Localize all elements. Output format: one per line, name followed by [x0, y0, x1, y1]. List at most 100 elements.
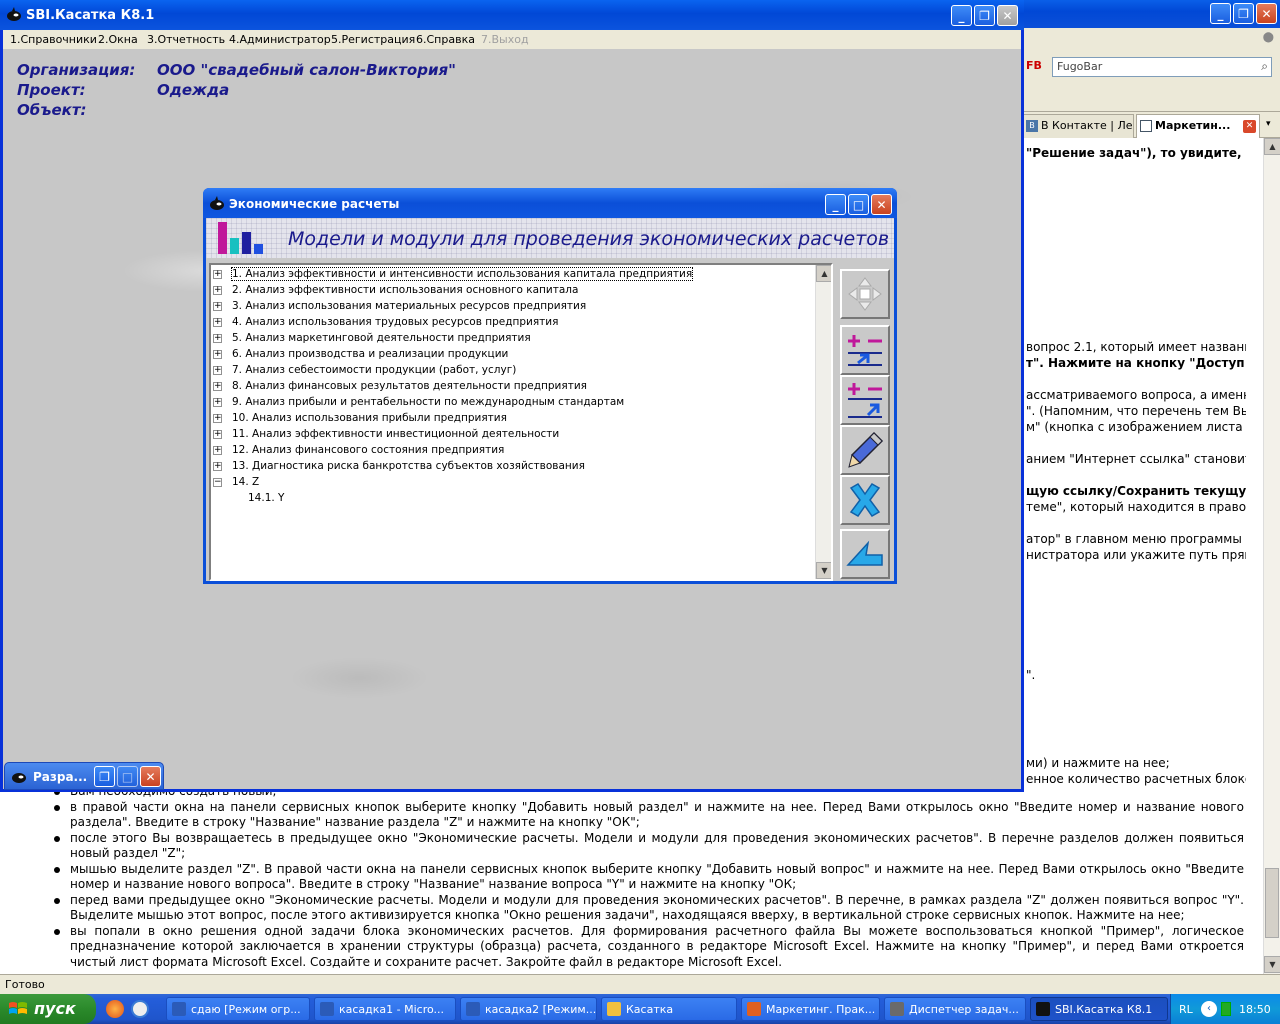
expand-plus-icon[interactable]: +: [213, 270, 222, 279]
browser-close-button[interactable]: ✕: [1256, 3, 1277, 24]
tray-collapse-icon[interactable]: ‹: [1201, 1001, 1217, 1017]
search-icon[interactable]: ⌕: [1261, 59, 1268, 74]
tree-item-label: 1. Анализ эффективности и интенсивности …: [230, 267, 694, 281]
expand-plus-icon[interactable]: +: [213, 366, 222, 375]
taskbar-button-label: касадка2 [Режим...: [485, 1003, 597, 1016]
project-value: Одежда: [157, 81, 230, 99]
expand-plus-icon[interactable]: +: [213, 462, 222, 471]
browser-minimize-button[interactable]: _: [1210, 3, 1231, 24]
media-player-quicklaunch-icon[interactable]: [131, 1000, 149, 1018]
browser-tab-marketing[interactable]: Маркетин... ✕: [1136, 114, 1260, 138]
delete-button[interactable]: [840, 475, 890, 525]
tree-section-item[interactable]: +8. Анализ финансовых результатов деятел…: [211, 379, 811, 395]
plus-minus-arrow-icon: [848, 335, 882, 366]
tree-section-item[interactable]: +11. Анализ эффективности инвестиционной…: [211, 427, 811, 443]
tree-section-item[interactable]: +9. Анализ прибыли и рентабельности по м…: [211, 395, 811, 411]
app-minimize-button[interactable]: _: [951, 5, 972, 26]
taskbar-button[interactable]: SBI.Касатка К8.1: [1030, 997, 1168, 1021]
app-titlebar[interactable]: SBI.Касатка К8.1 _ ❐ ✕: [0, 0, 1024, 30]
tree-section-item[interactable]: +7. Анализ себестоимости продукции (рабо…: [211, 363, 811, 379]
tree-section-item[interactable]: +6. Анализ производства и реализации про…: [211, 347, 811, 363]
scroll-up-arrow-icon[interactable]: ▲: [816, 265, 831, 282]
mini-close-button[interactable]: ✕: [140, 766, 161, 787]
sections-tree[interactable]: +1. Анализ эффективности и интенсивности…: [209, 263, 833, 581]
scroll-up-arrow-icon[interactable]: ▲: [1264, 138, 1280, 155]
taskbar-button-label: Касатка: [626, 1003, 674, 1016]
scroll-down-arrow-icon[interactable]: ▼: [816, 562, 831, 579]
taskbar-button[interactable]: Диспетчер задач...: [884, 997, 1026, 1021]
menu-windows[interactable]: 2.Окна: [98, 33, 138, 46]
taskbar-button-label: касадка1 - Micro...: [339, 1003, 445, 1016]
expand-plus-icon[interactable]: +: [213, 398, 222, 407]
exit-button[interactable]: [840, 529, 890, 579]
expand-plus-icon[interactable]: +: [213, 302, 222, 311]
open-task-window-button[interactable]: [840, 269, 890, 319]
add-question-button[interactable]: [840, 375, 890, 425]
object-label: Объект:: [17, 101, 87, 119]
browser-titlebar: _ ❐ ✕: [1022, 0, 1280, 28]
fugobar-search-input[interactable]: FugoBar ⌕: [1052, 57, 1272, 77]
tree-section-item[interactable]: +13. Диагностика риска банкротства субъе…: [211, 459, 811, 475]
tree-item-label: 13. Диагностика риска банкротства субъек…: [232, 460, 585, 472]
collapse-minus-icon[interactable]: −: [213, 478, 222, 487]
dialog-minimize-button[interactable]: _: [825, 194, 846, 215]
document-list-item: мышью выделите раздел "Z". В правой част…: [52, 862, 1244, 893]
tree-section-item[interactable]: +3. Анализ использования материальных ре…: [211, 299, 811, 315]
tree-question-item[interactable]: 14.1. Y: [211, 491, 811, 507]
tree-section-item[interactable]: +4. Анализ использования трудовых ресурс…: [211, 315, 811, 331]
expand-plus-icon[interactable]: +: [213, 430, 222, 439]
start-button[interactable]: пуск: [0, 994, 96, 1024]
tree-section-item[interactable]: +5. Анализ маркетинговой деятельности пр…: [211, 331, 811, 347]
menu-registration[interactable]: 5.Регистрация: [331, 33, 415, 46]
taskbar-button[interactable]: касадка2 [Режим...: [460, 997, 597, 1021]
firefox-quicklaunch-icon[interactable]: [106, 1000, 124, 1018]
menu-directories[interactable]: 1.Справочники: [10, 33, 97, 46]
expand-plus-icon[interactable]: +: [213, 334, 222, 343]
taskbar-button[interactable]: сдаю [Режим огр...: [166, 997, 310, 1021]
tree-item-label: 12. Анализ финансового состояния предпри…: [232, 444, 505, 456]
menu-administrator[interactable]: 4.Администратор: [229, 33, 331, 46]
scroll-down-arrow-icon[interactable]: ▼: [1264, 956, 1280, 973]
taskbar-button[interactable]: касадка1 - Micro...: [314, 997, 456, 1021]
minimized-child-window[interactable]: Разра... ❐ □ ✕: [4, 762, 164, 790]
tray-app-icon[interactable]: [1221, 1002, 1231, 1016]
expand-plus-icon[interactable]: +: [213, 414, 222, 423]
document-list-item: перед вами предыдущее окно "Экономически…: [52, 893, 1244, 924]
app-maximize-button[interactable]: ❐: [974, 5, 995, 26]
taskbar-button[interactable]: Маркетинг. Прак...: [741, 997, 880, 1021]
dialog-maximize-button[interactable]: □: [848, 194, 869, 215]
tree-item-label: 11. Анализ эффективности инвестиционной …: [232, 428, 560, 440]
edit-button[interactable]: [840, 425, 890, 475]
scroll-thumb[interactable]: [1265, 868, 1279, 938]
dialog-banner: Модели и модули для проведения экономиче…: [206, 218, 894, 258]
tree-section-item[interactable]: +12. Анализ финансового состояния предпр…: [211, 443, 811, 459]
expand-plus-icon[interactable]: +: [213, 382, 222, 391]
menu-reports[interactable]: 3.Отчетность: [147, 33, 225, 46]
tree-item-label: 14.1. Y: [248, 492, 285, 504]
expand-plus-icon[interactable]: +: [213, 318, 222, 327]
dialog-titlebar[interactable]: Экономические расчеты _ □ ✕: [203, 188, 897, 218]
tree-section-item[interactable]: +2. Анализ эффективности использования о…: [211, 283, 811, 299]
expand-plus-icon[interactable]: +: [213, 446, 222, 455]
expand-plus-icon[interactable]: +: [213, 286, 222, 295]
language-indicator[interactable]: RL: [1179, 1003, 1193, 1016]
tree-vertical-scrollbar[interactable]: ▲ ▼: [815, 265, 831, 579]
browser-maximize-button[interactable]: ❐: [1233, 3, 1254, 24]
browser-vertical-scrollbar[interactable]: ▲ ▼: [1263, 138, 1280, 974]
taskbar-button-label: Диспетчер задач...: [909, 1003, 1019, 1016]
document-fragment-line: нистратора или укажите путь прямо: [1026, 548, 1246, 562]
browser-tab-vkontakte[interactable]: B В Контакте | Ле...: [1022, 114, 1134, 138]
menu-help[interactable]: 6.Справка: [416, 33, 475, 46]
add-section-button[interactable]: [840, 325, 890, 375]
tree-section-item[interactable]: +1. Анализ эффективности и интенсивности…: [211, 267, 811, 283]
tree-section-item[interactable]: − 14. Z: [211, 475, 811, 491]
dialog-close-button[interactable]: ✕: [871, 194, 892, 215]
mini-restore-button[interactable]: ❐: [94, 766, 115, 787]
app-close-button[interactable]: ✕: [997, 5, 1018, 26]
taskbar-button[interactable]: Касатка: [601, 997, 737, 1021]
tab-list-dropdown-icon[interactable]: ▾: [1266, 119, 1271, 129]
tab-close-icon[interactable]: ✕: [1243, 120, 1256, 133]
tree-item-label: 2. Анализ эффективности использования ос…: [232, 284, 579, 296]
tree-section-item[interactable]: +10. Анализ использования прибыли предпр…: [211, 411, 811, 427]
expand-plus-icon[interactable]: +: [213, 350, 222, 359]
